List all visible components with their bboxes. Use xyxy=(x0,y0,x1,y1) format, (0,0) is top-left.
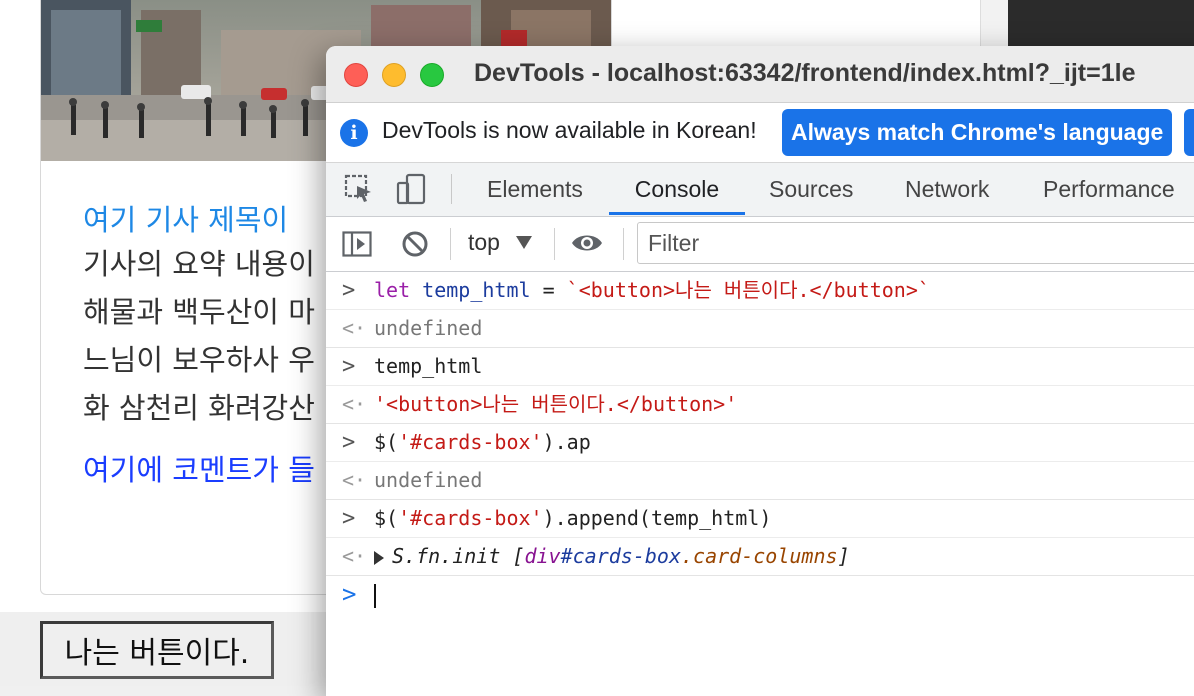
console-result-row: <· '<button>나는 버튼이다.</button>' xyxy=(326,386,1194,424)
background-window xyxy=(1008,0,1194,46)
tab-elements[interactable]: Elements xyxy=(487,163,583,216)
prompt-chevron-icon: > xyxy=(342,278,356,303)
show-sidebar-icon[interactable] xyxy=(342,231,372,257)
page-background-strip xyxy=(980,0,1009,46)
toolbar-separator xyxy=(554,228,555,260)
tab-console[interactable]: Console xyxy=(609,163,745,216)
active-tab-indicator xyxy=(609,212,745,215)
prompt-chevron-icon: > xyxy=(342,354,356,379)
match-chrome-language-button[interactable]: Always match Chrome's language xyxy=(782,109,1173,156)
console-result-row: <· undefined xyxy=(326,310,1194,348)
appended-button[interactable]: 나는 버튼이다. xyxy=(40,621,274,679)
object-bracket: ] xyxy=(837,544,850,568)
eye-icon[interactable] xyxy=(570,231,604,255)
code-string: '#cards-box' xyxy=(398,430,543,454)
console-result-row: <· S.fn.init [div#cards-box.card-columns… xyxy=(326,538,1194,576)
code-text: ).ap xyxy=(542,430,591,454)
console-result: undefined xyxy=(374,468,483,492)
window-title: DevTools - localhost:63342/frontend/inde… xyxy=(474,59,1136,87)
code-string: `<button>나는 버튼이다.</button>` xyxy=(566,278,930,302)
object-class: .card-columns xyxy=(681,544,838,568)
console-result: undefined xyxy=(374,316,483,340)
code-text: ).append(temp_html) xyxy=(542,506,772,530)
return-arrow-icon: <· xyxy=(342,544,367,568)
devtools-window: DevTools - localhost:63342/frontend/inde… xyxy=(326,46,1194,696)
console-toolbar: top xyxy=(326,217,1194,272)
window-titlebar[interactable]: DevTools - localhost:63342/frontend/inde… xyxy=(326,46,1194,103)
expand-triangle-icon[interactable] xyxy=(374,550,384,565)
toolbar-separator xyxy=(451,174,452,204)
tab-sources[interactable]: Sources xyxy=(769,163,853,216)
code-variable: temp_html xyxy=(422,278,531,302)
prompt-chevron-icon: > xyxy=(342,506,356,531)
prompt-chevron-icon: > xyxy=(342,430,356,455)
inspect-element-icon[interactable] xyxy=(342,172,376,206)
infobar-message: DevTools is now available in Korean! xyxy=(382,117,757,143)
code-keyword: let xyxy=(374,278,411,302)
toolbar-separator xyxy=(623,228,624,260)
window-close-button[interactable] xyxy=(344,63,368,87)
object-tag: div xyxy=(524,544,561,568)
info-icon: i xyxy=(340,119,368,147)
language-infobar: i DevTools is now available in Korean! A… xyxy=(326,103,1194,163)
code-text: $( xyxy=(374,506,399,530)
object-name: S.fn.init xyxy=(392,544,501,568)
object-id: #cards-box xyxy=(560,544,682,568)
console-result-row: <· undefined xyxy=(326,462,1194,500)
context-selector[interactable]: top xyxy=(468,229,500,256)
console-prompt-row[interactable]: > xyxy=(326,576,1194,613)
code-text: $( xyxy=(374,430,399,454)
devtools-tabbar: Elements Console Sources Network Perform… xyxy=(326,163,1194,217)
toolbar-separator xyxy=(450,228,451,260)
device-toolbar-icon[interactable] xyxy=(394,172,428,206)
prompt-chevron-icon: > xyxy=(342,580,357,608)
window-maximize-button[interactable] xyxy=(420,63,444,87)
console-input-row: > $('#cards-box').ap xyxy=(326,424,1194,462)
console-result: '<button>나는 버튼이다.</button>' xyxy=(374,392,738,416)
console-input-row: > $('#cards-box').append(temp_html) xyxy=(326,500,1194,538)
switch-language-button[interactable] xyxy=(1184,109,1194,156)
window-minimize-button[interactable] xyxy=(382,63,406,87)
chevron-down-icon[interactable] xyxy=(516,236,532,249)
console-input: temp_html xyxy=(374,354,483,378)
tab-performance[interactable]: Performance xyxy=(1043,163,1175,216)
tab-network[interactable]: Network xyxy=(905,163,989,216)
code-string: '#cards-box' xyxy=(398,506,543,530)
console-input-row: > let temp_html = `<button>나는 버튼이다.</but… xyxy=(326,272,1194,310)
text-cursor xyxy=(374,584,376,608)
expandable-object[interactable]: S.fn.init [div#cards-box.card-columns] xyxy=(374,538,850,575)
console-output[interactable]: > let temp_html = `<button>나는 버튼이다.</but… xyxy=(326,272,1194,696)
filter-input[interactable] xyxy=(637,222,1194,264)
return-arrow-icon: <· xyxy=(342,392,367,416)
return-arrow-icon: <· xyxy=(342,468,367,492)
return-arrow-icon: <· xyxy=(342,316,367,340)
console-input-row: > temp_html xyxy=(326,348,1194,386)
clear-console-icon[interactable] xyxy=(401,230,429,258)
code-operator: = xyxy=(530,278,567,302)
object-bracket: [ xyxy=(500,544,525,568)
